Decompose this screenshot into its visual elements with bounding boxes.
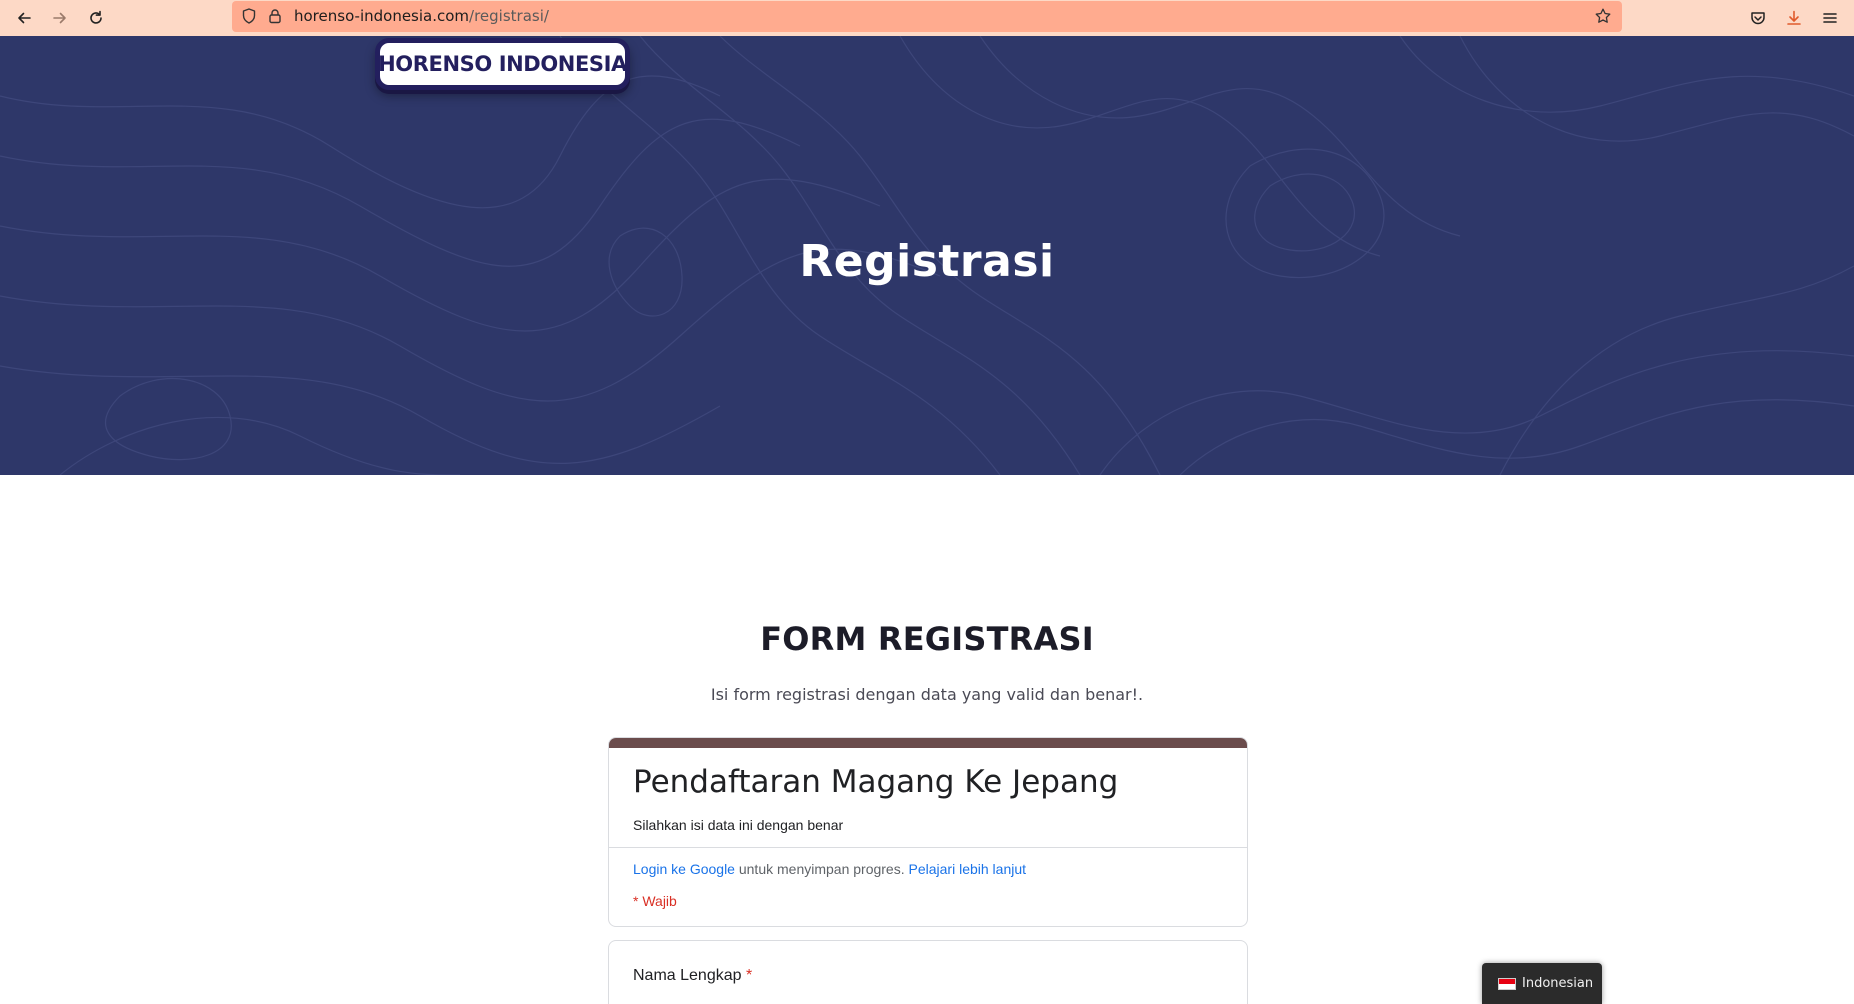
browser-toolbar: horenso-indonesia.com/registrasi/ [0, 0, 1854, 36]
login-google-link[interactable]: Login ke Google [633, 861, 735, 877]
google-form-description: Silahkan isi data ini dengan benar [633, 817, 844, 833]
back-arrow-icon [18, 12, 31, 24]
logo-text: HORENSO INDONESIA [378, 52, 627, 76]
required-note: * Wajib [633, 893, 677, 909]
form-subheading: Isi form registrasi dengan data yang val… [710, 685, 1144, 704]
url-host: horenso-indonesia.com [294, 7, 470, 25]
language-label: Indonesian [1522, 976, 1594, 991]
form-heading: FORM REGISTRASI [760, 620, 1094, 658]
lock-icon[interactable] [266, 7, 284, 25]
google-form-title: Pendaftaran Magang Ke Jepang [633, 764, 1119, 800]
divider [609, 847, 1247, 848]
pocket-button[interactable] [1744, 4, 1772, 32]
learn-more-link[interactable]: Pelajari lebih lanjut [909, 861, 1027, 877]
downloads-button[interactable] [1780, 4, 1808, 32]
forward-arrow-icon [53, 12, 66, 24]
url-text[interactable]: horenso-indonesia.com/registrasi/ [294, 7, 549, 25]
shield-icon[interactable] [240, 7, 258, 25]
bookmark-star-icon[interactable] [1594, 7, 1612, 25]
question-label-text: Nama Lengkap [633, 967, 742, 984]
address-bar[interactable]: horenso-indonesia.com/registrasi/ [232, 1, 1622, 32]
login-notice: Login ke Google untuk menyimpan progres.… [633, 861, 1026, 877]
forward-button[interactable] [46, 4, 74, 32]
question-label: Nama Lengkap * [633, 967, 752, 985]
hamburger-menu-icon [1823, 13, 1837, 23]
indonesia-flag-icon [1498, 977, 1516, 990]
reload-icon [90, 10, 102, 24]
menu-button[interactable] [1816, 4, 1844, 32]
download-icon [1787, 10, 1801, 25]
login-notice-text: untuk menyimpan progres. [734, 861, 909, 877]
pocket-icon [1751, 12, 1765, 25]
required-star: * [745, 967, 753, 984]
hero-banner: HORENSO INDONESIA Registrasi [0, 36, 1854, 475]
form-accent-bar [609, 738, 1247, 748]
site-logo[interactable]: HORENSO INDONESIA [375, 38, 630, 90]
language-switcher[interactable]: Indonesian [1482, 963, 1602, 1004]
reload-button[interactable] [82, 4, 110, 32]
google-form-header-card: Pendaftaran Magang Ke Jepang Silahkan is… [608, 737, 1248, 927]
page-title: Registrasi [799, 236, 1055, 287]
question-card-nama-lengkap: Nama Lengkap * [608, 940, 1248, 1004]
url-path: /registrasi/ [469, 7, 549, 25]
back-button[interactable] [10, 4, 38, 32]
